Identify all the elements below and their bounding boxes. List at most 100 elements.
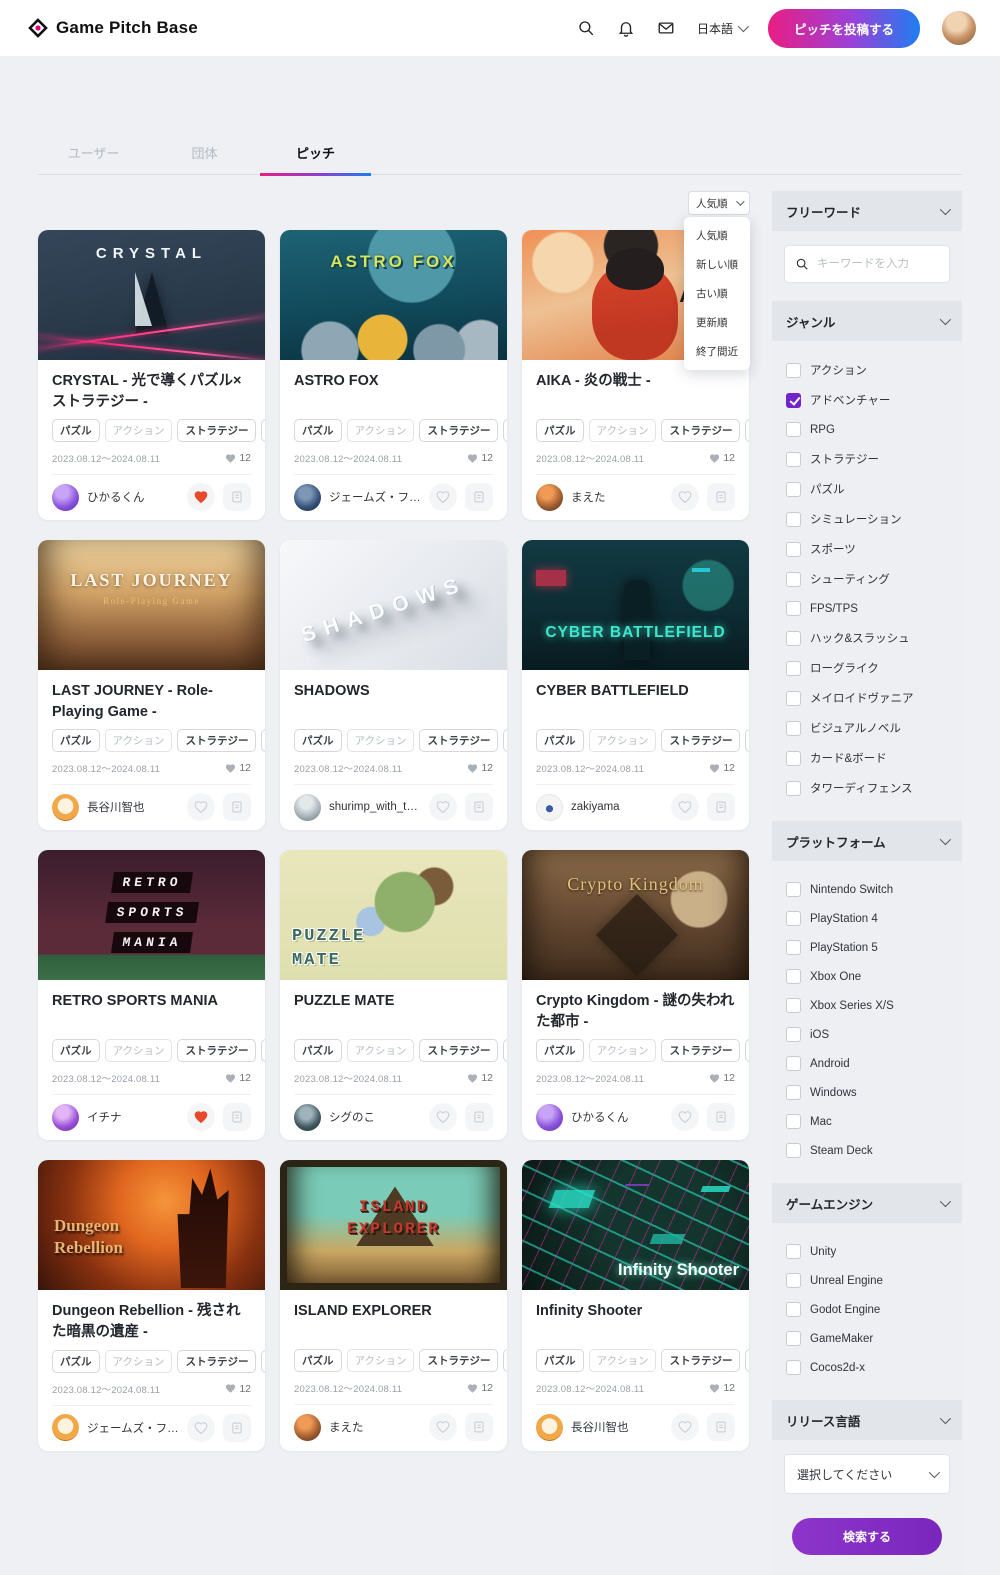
genre-checkbox-row[interactable]: ストラテジー [784,444,950,474]
genre-checkbox-row[interactable]: パズル [784,474,950,504]
platform-checkbox-row[interactable]: iOS [784,1020,950,1049]
checkbox[interactable] [786,661,801,676]
keyword-input[interactable] [817,258,939,270]
memo-button[interactable] [707,1413,735,1441]
like-button[interactable] [671,1413,699,1441]
sort-select[interactable]: 人気順 [688,191,750,215]
genre-checkbox-row[interactable]: アクション [784,355,950,385]
genre-checkbox-row[interactable]: ローグライク [784,653,950,683]
like-button[interactable] [671,1103,699,1131]
memo-button[interactable] [465,1103,493,1131]
bell-icon[interactable] [617,19,635,37]
author-avatar[interactable] [536,1104,563,1131]
pitch-card[interactable]: DungeonRebellion Dungeon Rebellion - 残され… [38,1160,265,1450]
author-avatar[interactable] [294,1104,321,1131]
like-button[interactable] [429,1413,457,1441]
platform-checkbox-row[interactable]: Nintendo Switch [784,875,950,904]
search-submit-button[interactable]: 検索する [792,1518,942,1555]
checkbox[interactable] [786,1056,801,1071]
engine-checkbox-row[interactable]: Unreal Engine [784,1266,950,1295]
pitch-card[interactable]: LAST JOURNEYRole-Playing Game LAST JOURN… [38,540,265,830]
engine-checkbox-row[interactable]: GameMaker [784,1324,950,1353]
genre-checkbox-row[interactable]: メイロイドヴァニア [784,683,950,713]
section-release-language[interactable]: リリース言語 [772,1400,962,1440]
like-button[interactable] [187,793,215,821]
pitch-card[interactable]: PUZZLEMATE PUZZLE MATE パズルアクションストラテジーその他… [280,850,507,1140]
tab-organizations[interactable]: 団体 [149,133,260,174]
author-avatar[interactable] [52,794,79,821]
platform-checkbox-row[interactable]: PlayStation 5 [784,933,950,962]
platform-checkbox-row[interactable]: PlayStation 4 [784,904,950,933]
like-button[interactable] [187,1414,215,1442]
pitch-card[interactable]: ASTRO FOX ASTRO FOX パズルアクションストラテジーその他 20… [280,230,507,520]
author-avatar[interactable] [52,1104,79,1131]
genre-checkbox-row[interactable]: シューティング [784,564,950,594]
author-name[interactable]: まえた [571,489,663,505]
like-button[interactable] [187,1103,215,1131]
memo-button[interactable] [465,793,493,821]
checkbox[interactable] [786,1273,801,1288]
checkbox[interactable] [786,601,801,616]
genre-checkbox-row[interactable]: FPS/TPS [784,594,950,623]
author-avatar[interactable] [294,1414,321,1441]
checkbox[interactable] [786,1331,801,1346]
sort-option-newest[interactable]: 新しい順 [684,250,750,279]
author-name[interactable]: shurimp_with_tomato [329,801,421,813]
checkbox[interactable] [786,882,801,897]
author-name[interactable]: zakiyama [571,801,663,813]
memo-button[interactable] [707,793,735,821]
author-avatar[interactable] [52,1414,79,1441]
author-avatar[interactable] [294,794,321,821]
author-avatar[interactable] [536,484,563,511]
checkbox[interactable] [786,422,801,437]
genre-checkbox-row[interactable]: シミュレーション [784,504,950,534]
checkbox[interactable] [786,1085,801,1100]
checkbox[interactable] [786,482,801,497]
genre-checkbox-row[interactable]: RPG [784,415,950,444]
section-genre[interactable]: ジャンル [772,301,962,341]
author-avatar[interactable] [536,1414,563,1441]
memo-button[interactable] [465,483,493,511]
engine-checkbox-row[interactable]: Unity [784,1237,950,1266]
sort-option-popular[interactable]: 人気順 [684,221,750,250]
release-language-select[interactable]: 選択してください [784,1454,950,1494]
checkbox[interactable] [786,940,801,955]
tab-pitches[interactable]: ピッチ [260,133,371,174]
checkbox[interactable] [786,911,801,926]
like-button[interactable] [187,483,215,511]
platform-checkbox-row[interactable]: Xbox Series X/S [784,991,950,1020]
checkbox[interactable] [786,751,801,766]
platform-checkbox-row[interactable]: Xbox One [784,962,950,991]
platform-checkbox-row[interactable]: Windows [784,1078,950,1107]
author-name[interactable]: ジェームズ・フォール [87,1420,179,1436]
sort-option-oldest[interactable]: 古い順 [684,279,750,308]
checkbox[interactable] [786,721,801,736]
post-pitch-button[interactable]: ピッチを投稿する [768,9,920,48]
memo-button[interactable] [223,1103,251,1131]
pitch-card[interactable]: CYBER BATTLEFIELD CYBER BATTLEFIELD パズルア… [522,540,749,830]
user-avatar[interactable] [942,11,976,45]
logo[interactable]: Game Pitch Base [28,18,198,38]
language-selector[interactable]: 日本語 [697,20,746,37]
memo-button[interactable] [465,1413,493,1441]
checkbox[interactable] [786,1027,801,1042]
like-button[interactable] [429,1103,457,1131]
search-icon[interactable] [577,19,595,37]
section-engine[interactable]: ゲームエンジン [772,1183,962,1223]
author-name[interactable]: ジェームズ・フォール [329,489,421,505]
checkbox[interactable] [786,781,801,796]
genre-checkbox-row[interactable]: ビジュアルノベル [784,713,950,743]
author-name[interactable]: 長谷川智也 [87,799,179,815]
author-avatar[interactable] [294,484,321,511]
author-name[interactable]: シグのこ [329,1109,421,1125]
checkbox[interactable] [786,969,801,984]
memo-button[interactable] [223,793,251,821]
platform-checkbox-row[interactable]: Mac [784,1107,950,1136]
like-button[interactable] [671,483,699,511]
pitch-card[interactable]: CRYSTAL CRYSTAL - 光で導くパズル×ストラテジー - パズルアク… [38,230,265,520]
author-name[interactable]: イチナ [87,1109,179,1125]
pitch-card[interactable]: Crypto Kingdom Crypto Kingdom - 謎の失われた都市… [522,850,749,1140]
mail-icon[interactable] [657,19,675,37]
checkbox[interactable] [786,1360,801,1375]
checkbox[interactable] [786,512,801,527]
